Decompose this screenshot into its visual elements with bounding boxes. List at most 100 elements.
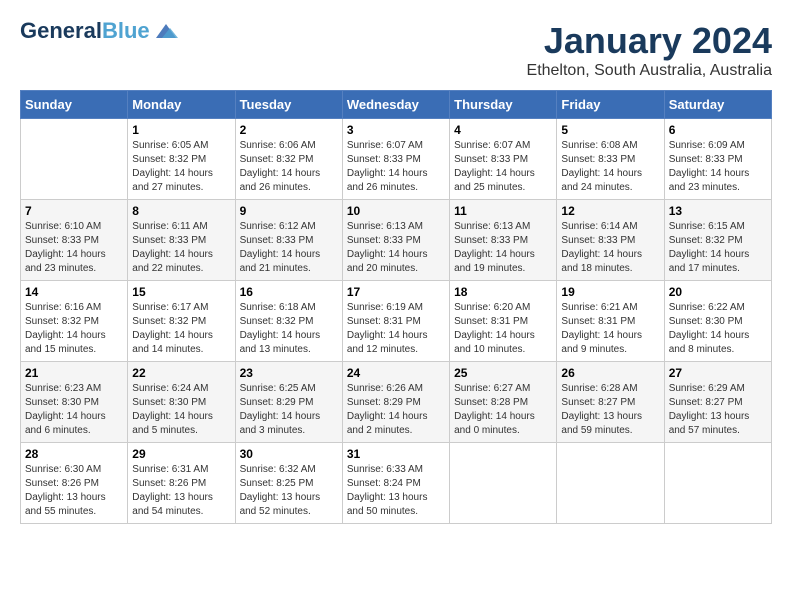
calendar-cell: 16 Sunrise: 6:18 AM Sunset: 8:32 PM Dayli… — [235, 281, 342, 362]
calendar-cell: 5 Sunrise: 6:08 AM Sunset: 8:33 PM Daylig… — [557, 119, 664, 200]
calendar-cell: 14 Sunrise: 6:16 AM Sunset: 8:32 PM Dayli… — [21, 281, 128, 362]
cell-info: Sunrise: 6:26 AM Sunset: 8:29 PM Dayligh… — [347, 382, 445, 438]
title-block: January 2024 Ethelton, South Australia, … — [527, 20, 772, 80]
cell-info: Sunrise: 6:12 AM Sunset: 8:33 PM Dayligh… — [240, 220, 338, 276]
day-number: 1 — [132, 123, 230, 137]
cell-info: Sunrise: 6:16 AM Sunset: 8:32 PM Dayligh… — [25, 301, 123, 357]
day-number: 17 — [347, 285, 445, 299]
day-number: 19 — [561, 285, 659, 299]
day-number: 23 — [240, 366, 338, 380]
cell-info: Sunrise: 6:18 AM Sunset: 8:32 PM Dayligh… — [240, 301, 338, 357]
cell-info: Sunrise: 6:05 AM Sunset: 8:32 PM Dayligh… — [132, 139, 230, 195]
calendar-cell: 25 Sunrise: 6:27 AM Sunset: 8:28 PM Dayli… — [450, 362, 557, 443]
header-friday: Friday — [557, 91, 664, 119]
day-number: 15 — [132, 285, 230, 299]
calendar-cell: 13Sunrise: 6:15 AM Sunset: 8:32 PM Dayli… — [664, 200, 771, 281]
calendar-cell: 12 Sunrise: 6:14 AM Sunset: 8:33 PM Dayli… — [557, 200, 664, 281]
calendar-cell: 31 Sunrise: 6:33 AM Sunset: 8:24 PM Dayli… — [342, 443, 449, 524]
cell-info: Sunrise: 6:19 AM Sunset: 8:31 PM Dayligh… — [347, 301, 445, 357]
day-number: 28 — [25, 447, 123, 461]
calendar-table: SundayMondayTuesdayWednesdayThursdayFrid… — [20, 90, 772, 524]
header-sunday: Sunday — [21, 91, 128, 119]
calendar-cell: 27 Sunrise: 6:29 AM Sunset: 8:27 PM Dayli… — [664, 362, 771, 443]
day-number: 2 — [240, 123, 338, 137]
cell-info: Sunrise: 6:30 AM Sunset: 8:26 PM Dayligh… — [25, 463, 123, 519]
week-row-1: 1 Sunrise: 6:05 AM Sunset: 8:32 PM Daylig… — [21, 119, 772, 200]
cell-info: Sunrise: 6:27 AM Sunset: 8:28 PM Dayligh… — [454, 382, 552, 438]
calendar-cell: 15 Sunrise: 6:17 AM Sunset: 8:32 PM Dayli… — [128, 281, 235, 362]
header-thursday: Thursday — [450, 91, 557, 119]
cell-info: Sunrise: 6:22 AM Sunset: 8:30 PM Dayligh… — [669, 301, 767, 357]
calendar-cell: 17 Sunrise: 6:19 AM Sunset: 8:31 PM Dayli… — [342, 281, 449, 362]
cell-info: Sunrise: 6:23 AM Sunset: 8:30 PM Dayligh… — [25, 382, 123, 438]
day-number: 5 — [561, 123, 659, 137]
day-number: 16 — [240, 285, 338, 299]
header-saturday: Saturday — [664, 91, 771, 119]
calendar-cell: 28 Sunrise: 6:30 AM Sunset: 8:26 PM Dayli… — [21, 443, 128, 524]
cell-info: Sunrise: 6:10 AM Sunset: 8:33 PM Dayligh… — [25, 220, 123, 276]
header-tuesday: Tuesday — [235, 91, 342, 119]
day-number: 7 — [25, 204, 123, 218]
logo-general: General — [20, 18, 102, 43]
calendar-cell: 21 Sunrise: 6:23 AM Sunset: 8:30 PM Dayli… — [21, 362, 128, 443]
calendar-cell: 23Sunrise: 6:25 AM Sunset: 8:29 PM Dayli… — [235, 362, 342, 443]
calendar-cell — [21, 119, 128, 200]
day-number: 31 — [347, 447, 445, 461]
calendar-cell: 19 Sunrise: 6:21 AM Sunset: 8:31 PM Dayli… — [557, 281, 664, 362]
calendar-cell: 11Sunrise: 6:13 AM Sunset: 8:33 PM Dayli… — [450, 200, 557, 281]
day-number: 6 — [669, 123, 767, 137]
day-number: 12 — [561, 204, 659, 218]
cell-info: Sunrise: 6:17 AM Sunset: 8:32 PM Dayligh… — [132, 301, 230, 357]
cell-info: Sunrise: 6:07 AM Sunset: 8:33 PM Dayligh… — [454, 139, 552, 195]
cell-info: Sunrise: 6:06 AM Sunset: 8:32 PM Dayligh… — [240, 139, 338, 195]
week-row-2: 7 Sunrise: 6:10 AM Sunset: 8:33 PM Daylig… — [21, 200, 772, 281]
cell-info: Sunrise: 6:13 AM Sunset: 8:33 PM Dayligh… — [347, 220, 445, 276]
cell-info: Sunrise: 6:21 AM Sunset: 8:31 PM Dayligh… — [561, 301, 659, 357]
cell-info: Sunrise: 6:08 AM Sunset: 8:33 PM Dayligh… — [561, 139, 659, 195]
calendar-cell: 3Sunrise: 6:07 AM Sunset: 8:33 PM Daylig… — [342, 119, 449, 200]
header-row: SundayMondayTuesdayWednesdayThursdayFrid… — [21, 91, 772, 119]
calendar-cell: 7 Sunrise: 6:10 AM Sunset: 8:33 PM Daylig… — [21, 200, 128, 281]
cell-info: Sunrise: 6:32 AM Sunset: 8:25 PM Dayligh… — [240, 463, 338, 519]
day-number: 9 — [240, 204, 338, 218]
day-number: 27 — [669, 366, 767, 380]
cell-info: Sunrise: 6:24 AM Sunset: 8:30 PM Dayligh… — [132, 382, 230, 438]
calendar-cell: 26 Sunrise: 6:28 AM Sunset: 8:27 PM Dayli… — [557, 362, 664, 443]
day-number: 30 — [240, 447, 338, 461]
day-number: 4 — [454, 123, 552, 137]
calendar-cell: 6Sunrise: 6:09 AM Sunset: 8:33 PM Daylig… — [664, 119, 771, 200]
cell-info: Sunrise: 6:13 AM Sunset: 8:33 PM Dayligh… — [454, 220, 552, 276]
calendar-cell: 24Sunrise: 6:26 AM Sunset: 8:29 PM Dayli… — [342, 362, 449, 443]
day-number: 14 — [25, 285, 123, 299]
calendar-cell: 29 Sunrise: 6:31 AM Sunset: 8:26 PM Dayli… — [128, 443, 235, 524]
cell-info: Sunrise: 6:11 AM Sunset: 8:33 PM Dayligh… — [132, 220, 230, 276]
calendar-cell — [557, 443, 664, 524]
day-number: 18 — [454, 285, 552, 299]
cell-info: Sunrise: 6:14 AM Sunset: 8:33 PM Dayligh… — [561, 220, 659, 276]
day-number: 10 — [347, 204, 445, 218]
day-number: 26 — [561, 366, 659, 380]
calendar-cell: 22 Sunrise: 6:24 AM Sunset: 8:30 PM Dayli… — [128, 362, 235, 443]
calendar-cell — [450, 443, 557, 524]
calendar-cell: 18 Sunrise: 6:20 AM Sunset: 8:31 PM Dayli… — [450, 281, 557, 362]
day-number: 21 — [25, 366, 123, 380]
day-number: 13 — [669, 204, 767, 218]
calendar-cell: 10 Sunrise: 6:13 AM Sunset: 8:33 PM Dayli… — [342, 200, 449, 281]
week-row-4: 21 Sunrise: 6:23 AM Sunset: 8:30 PM Dayli… — [21, 362, 772, 443]
cell-info: Sunrise: 6:29 AM Sunset: 8:27 PM Dayligh… — [669, 382, 767, 438]
calendar-subtitle: Ethelton, South Australia, Australia — [527, 62, 772, 80]
calendar-title: January 2024 — [527, 20, 772, 62]
day-number: 25 — [454, 366, 552, 380]
day-number: 22 — [132, 366, 230, 380]
calendar-cell: 4 Sunrise: 6:07 AM Sunset: 8:33 PM Daylig… — [450, 119, 557, 200]
cell-info: Sunrise: 6:28 AM Sunset: 8:27 PM Dayligh… — [561, 382, 659, 438]
day-number: 20 — [669, 285, 767, 299]
day-number: 3 — [347, 123, 445, 137]
cell-info: Sunrise: 6:31 AM Sunset: 8:26 PM Dayligh… — [132, 463, 230, 519]
cell-info: Sunrise: 6:20 AM Sunset: 8:31 PM Dayligh… — [454, 301, 552, 357]
day-number: 29 — [132, 447, 230, 461]
calendar-cell: 1 Sunrise: 6:05 AM Sunset: 8:32 PM Daylig… — [128, 119, 235, 200]
logo-blue: Blue — [102, 18, 150, 43]
day-number: 8 — [132, 204, 230, 218]
cell-info: Sunrise: 6:33 AM Sunset: 8:24 PM Dayligh… — [347, 463, 445, 519]
